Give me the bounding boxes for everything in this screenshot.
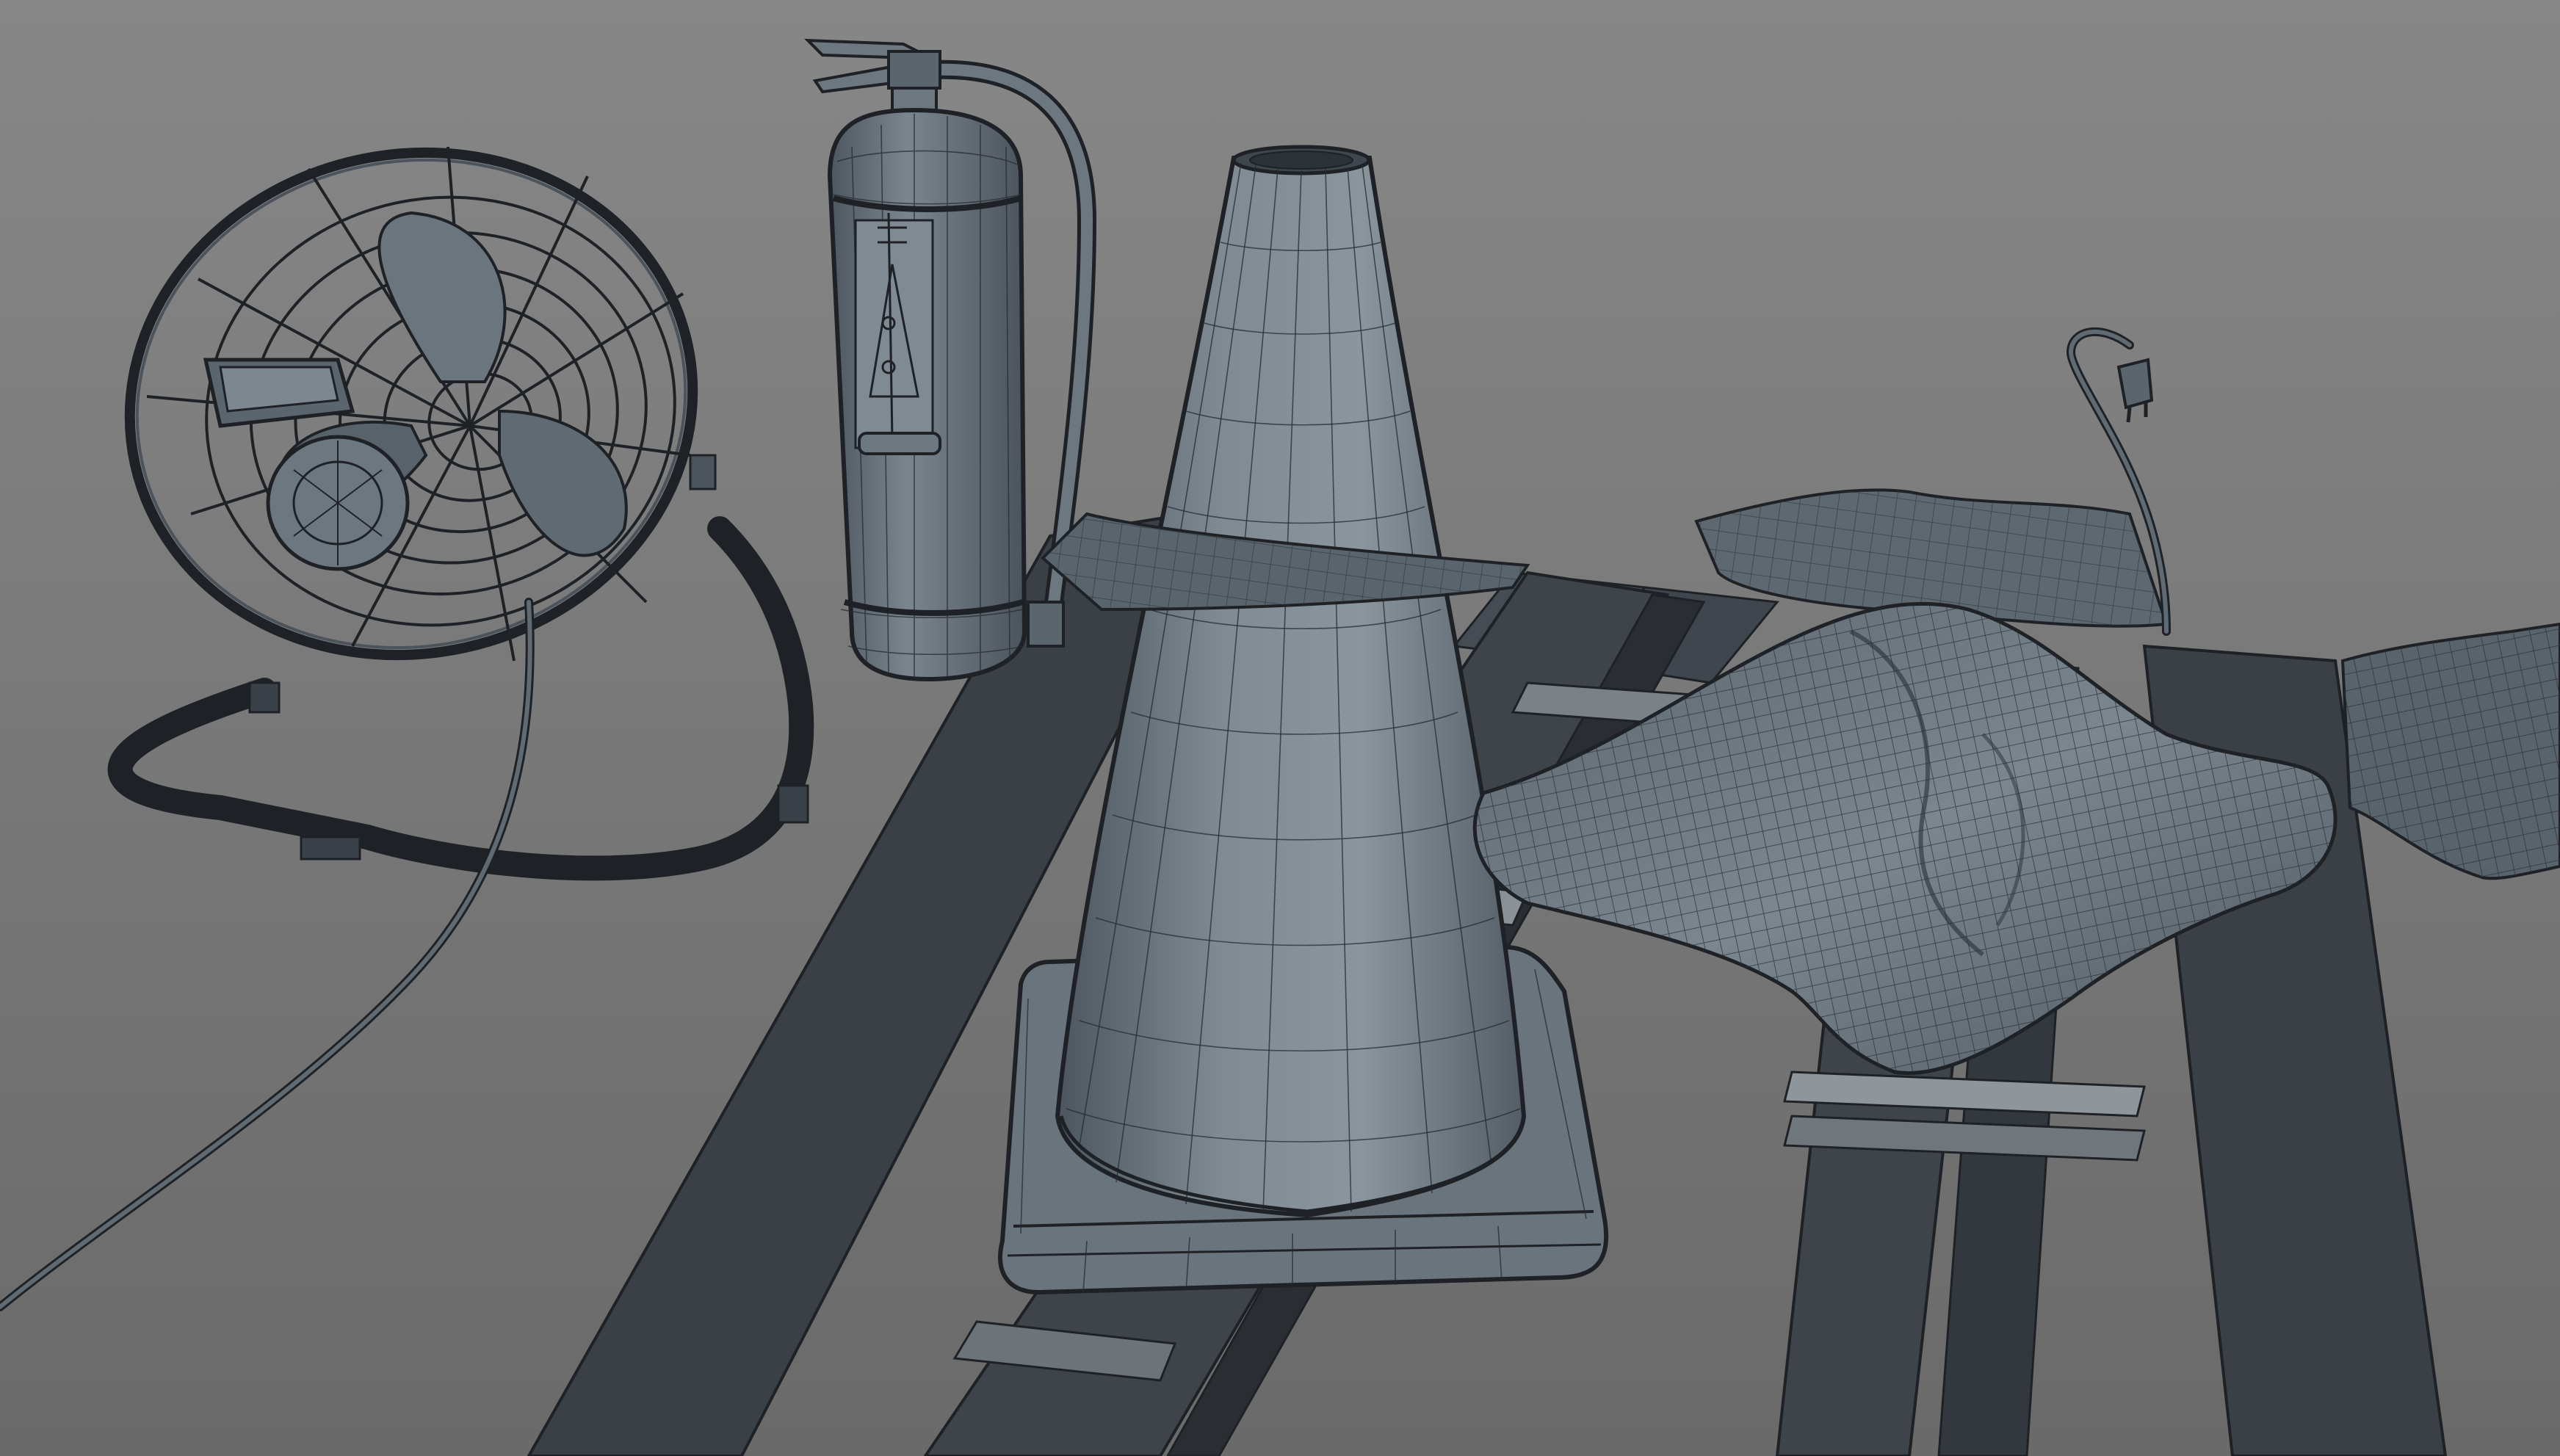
fan-foot-bottom [300, 836, 361, 861]
3d-viewport[interactable] [0, 0, 2560, 1456]
fan-foot-right [777, 784, 809, 824]
viewport-canvas[interactable] [0, 0, 2560, 1456]
fan-foot-left [248, 681, 281, 714]
plug-head [2116, 358, 2154, 410]
fan-pivot-clamp [689, 454, 717, 490]
extinguisher-label [854, 219, 934, 449]
extinguisher-bracket [1027, 601, 1065, 648]
